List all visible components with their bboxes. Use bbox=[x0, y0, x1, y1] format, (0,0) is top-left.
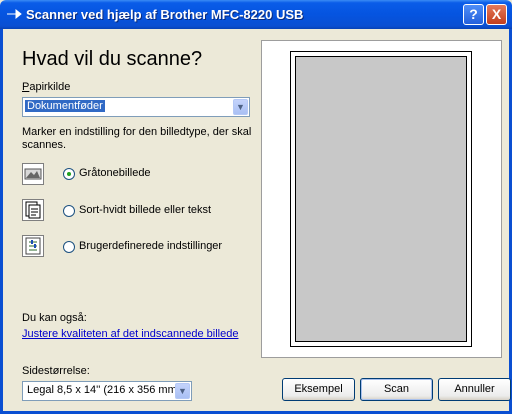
cancel-button[interactable]: Annuller bbox=[438, 378, 511, 401]
page-size-label: Sidestørrelse: bbox=[22, 365, 90, 377]
window-title: Scanner ved hjælp af Brother MFC-8220 US… bbox=[26, 7, 304, 22]
paper-source-select[interactable]: Dokumentføder ▼ bbox=[22, 97, 250, 117]
page-size-select[interactable]: Legal 8,5 x 14'' (216 x 356 mm) ▼ bbox=[22, 381, 192, 401]
page-title: Hvad vil du scanne? bbox=[22, 48, 203, 70]
option-custom-radio[interactable] bbox=[63, 241, 75, 253]
instruction-line-2: scannes. bbox=[22, 139, 67, 151]
close-button[interactable]: X bbox=[486, 4, 507, 25]
also-label: Du kan også: bbox=[22, 312, 87, 324]
option-grayscale-label[interactable]: Gråtonebillede bbox=[79, 167, 151, 179]
help-button[interactable]: ? bbox=[463, 4, 484, 25]
scanner-icon bbox=[7, 8, 22, 20]
chevron-down-icon[interactable]: ▼ bbox=[175, 383, 190, 399]
preview-button[interactable]: Eksempel bbox=[282, 378, 355, 401]
preview-area bbox=[261, 40, 502, 358]
option-grayscale-radio[interactable] bbox=[63, 168, 75, 180]
scan-button[interactable]: Scan bbox=[360, 378, 433, 401]
paper-source-value: Dokumentføder bbox=[25, 100, 105, 112]
adjust-quality-link[interactable]: Justere kvaliteten af det indscannede bi… bbox=[22, 328, 238, 340]
title-bar: Scanner ved hjælp af Brother MFC-8220 US… bbox=[0, 0, 512, 29]
grayscale-image-icon[interactable] bbox=[22, 163, 44, 185]
option-bw-label[interactable]: Sort-hvidt billede eller tekst bbox=[79, 204, 211, 216]
preview-page-frame bbox=[290, 51, 472, 347]
option-custom-label[interactable]: Brugerdefinerede indstillinger bbox=[79, 240, 222, 252]
chevron-down-icon[interactable]: ▼ bbox=[233, 99, 248, 115]
page-size-value: Legal 8,5 x 14'' (216 x 356 mm) bbox=[27, 384, 181, 396]
option-bw-radio[interactable] bbox=[63, 205, 75, 217]
preview-page bbox=[295, 56, 467, 342]
bw-text-icon[interactable] bbox=[22, 199, 44, 221]
instruction-line-1: Marker en indstilling for den billedtype… bbox=[22, 126, 252, 138]
custom-settings-icon[interactable] bbox=[22, 235, 44, 257]
paper-source-label: Papirkilde bbox=[22, 81, 71, 93]
